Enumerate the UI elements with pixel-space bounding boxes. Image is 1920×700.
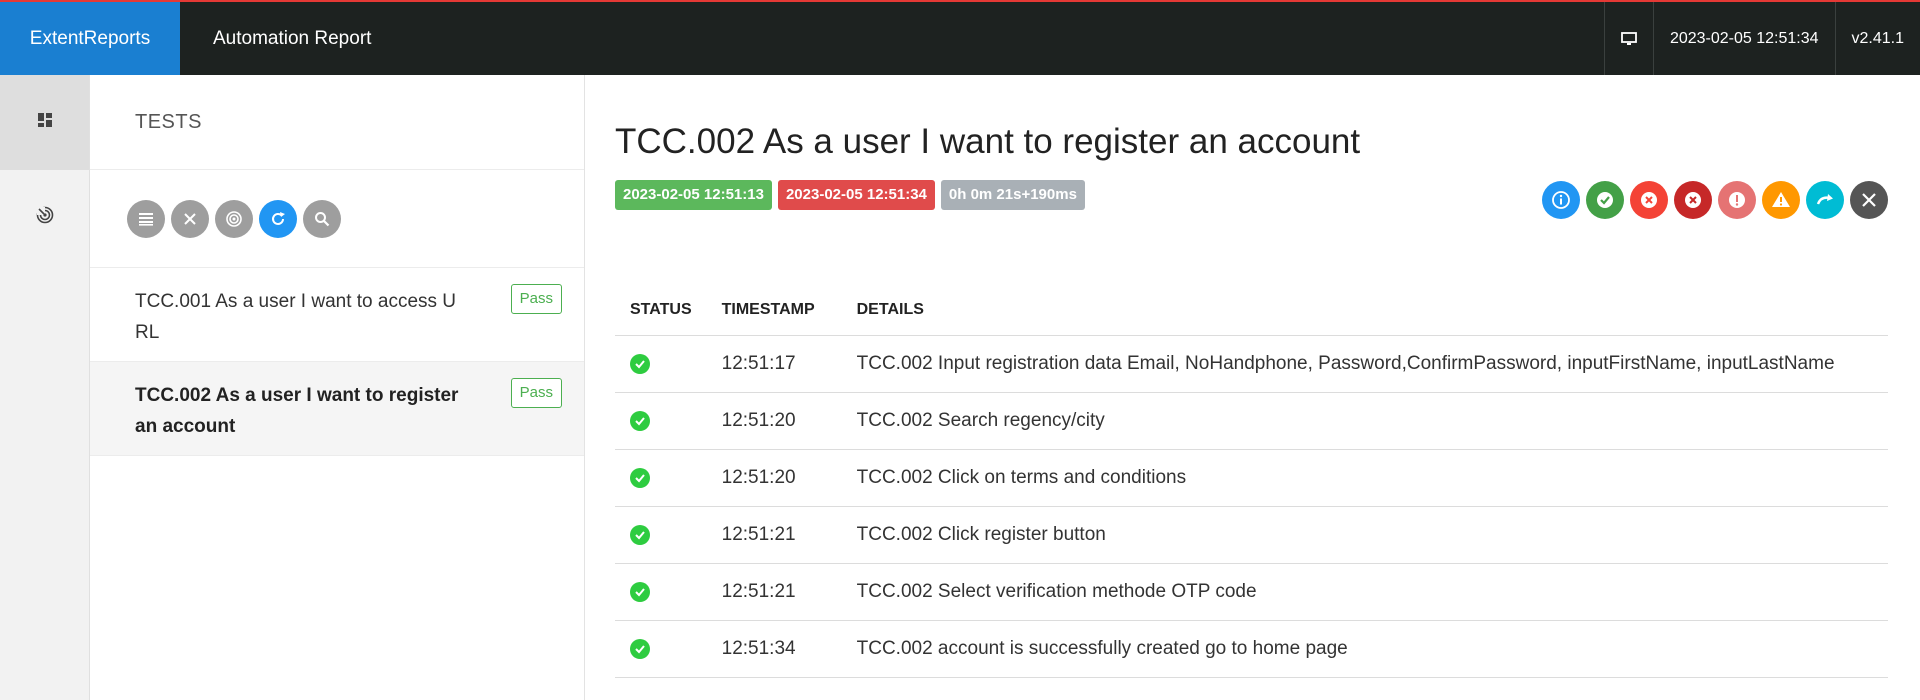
test-list-item[interactable]: TCC.002 As a user I want to register an … (90, 362, 584, 456)
skip-icon[interactable] (1806, 181, 1844, 219)
timestamp-cell: 12:51:34 (706, 620, 842, 678)
sidebar-rail (0, 75, 90, 700)
radar-icon (36, 206, 54, 229)
status-cell (615, 506, 707, 564)
fatal-icon[interactable] (1674, 181, 1712, 219)
status-badge: Pass (510, 284, 562, 314)
status-cell (615, 335, 707, 393)
version-label: v2.41.1 (1834, 2, 1920, 75)
column-header-status: STATUS (615, 285, 707, 336)
report-datetime: 2023-02-05 12:51:34 (1652, 2, 1835, 75)
pass-check-icon (630, 638, 650, 659)
table-row: 12:51:20 TCC.002 Search regency/city (615, 392, 1888, 450)
details-cell: TCC.002 Select verification methode OTP … (841, 563, 1888, 621)
table-header-row: STATUS TIMESTAMP DETAILS (615, 285, 1888, 336)
error-icon[interactable] (1718, 181, 1756, 219)
details-cell: TCC.002 Input registration data Email, N… (841, 335, 1888, 393)
info-icon[interactable] (1542, 181, 1580, 219)
details-cell: TCC.002 account is successfully created … (841, 620, 1888, 678)
refresh-icon[interactable] (259, 199, 297, 238)
status-cell (615, 449, 707, 507)
status-cell (615, 392, 707, 450)
radar-icon[interactable] (215, 199, 253, 238)
details-cell: TCC.002 Click register button (841, 506, 1888, 564)
test-name-line: TCC.002 As a user I want to register (135, 385, 459, 406)
table-row: 12:51:21 TCC.002 Click register button (615, 506, 1888, 564)
table-row: 12:51:20 TCC.002 Click on terms and cond… (615, 449, 1888, 507)
test-title: TCC.002 As a user I want to register an … (615, 122, 1361, 161)
end-time-badge: 2023-02-05 12:51:34 (777, 180, 935, 210)
test-name-line: TCC.001 As a user I want to access U (135, 291, 457, 312)
pass-check-icon (630, 467, 650, 488)
report-title: Automation Report (213, 28, 372, 49)
details-cell: TCC.002 Search regency/city (841, 392, 1888, 450)
fail-icon[interactable] (1630, 181, 1668, 219)
column-header-timestamp: TIMESTAMP (706, 285, 842, 336)
clear-icon[interactable] (1850, 181, 1888, 219)
table-row: 12:51:21 TCC.002 Select verification met… (615, 563, 1888, 621)
timestamp-cell: 12:51:20 (706, 392, 842, 450)
pass-check-icon (630, 410, 650, 431)
dashboard-icon (37, 112, 53, 133)
column-header-details: DETAILS (841, 285, 1888, 336)
brand-logo[interactable]: ExtentReports (0, 2, 180, 75)
timestamp-cell: 12:51:20 (706, 449, 842, 507)
navbar-right: 2023-02-05 12:51:34 v2.41.1 (1603, 2, 1920, 75)
test-list-item[interactable]: TCC.001 As a user I want to access U RL … (90, 268, 584, 362)
monitor-icon[interactable] (1603, 2, 1653, 75)
table-row: 12:51:34 TCC.002 account is successfully… (615, 620, 1888, 678)
close-icon[interactable] (171, 199, 209, 238)
sidebar-item-tests[interactable] (0, 75, 89, 170)
start-time-badge: 2023-02-05 12:51:13 (615, 180, 772, 210)
status-cell (615, 620, 707, 678)
test-time-chips: 2023-02-05 12:51:13 2023-02-05 12:51:34 … (615, 180, 1085, 210)
test-name-line: RL (135, 322, 160, 343)
test-name-line: an account (135, 416, 236, 437)
status-filter-buttons (1542, 181, 1888, 219)
sidebar-item-dashboard[interactable] (0, 170, 89, 265)
pass-check-icon (630, 581, 650, 602)
table-row: 12:51:17 TCC.002 Input registration data… (615, 335, 1888, 393)
test-detail: TCC.002 As a user I want to register an … (585, 75, 1920, 700)
status-badge: Pass (510, 378, 562, 408)
pass-icon[interactable] (1586, 181, 1624, 219)
duration-badge: 0h 0m 21s+190ms (940, 180, 1085, 210)
tests-heading: TESTS (90, 75, 584, 170)
top-navbar: ExtentReports Automation Report 2023-02-… (0, 0, 1920, 75)
pass-check-icon (630, 353, 650, 374)
timestamp-cell: 12:51:21 (706, 563, 842, 621)
warning-icon[interactable] (1762, 181, 1800, 219)
list-icon[interactable] (127, 199, 165, 238)
timestamp-cell: 12:51:21 (706, 506, 842, 564)
status-cell (615, 563, 707, 621)
pass-check-icon (630, 524, 650, 545)
search-icon[interactable] (303, 199, 341, 238)
test-log-table: STATUS TIMESTAMP DETAILS 12:51:17 TCC.00… (615, 285, 1888, 678)
timestamp-cell: 12:51:17 (706, 335, 842, 393)
test-filters (90, 170, 584, 268)
test-list-panel: TESTS TCC.001 As a user I want to access… (90, 75, 585, 700)
details-cell: TCC.002 Click on terms and conditions (841, 449, 1888, 507)
